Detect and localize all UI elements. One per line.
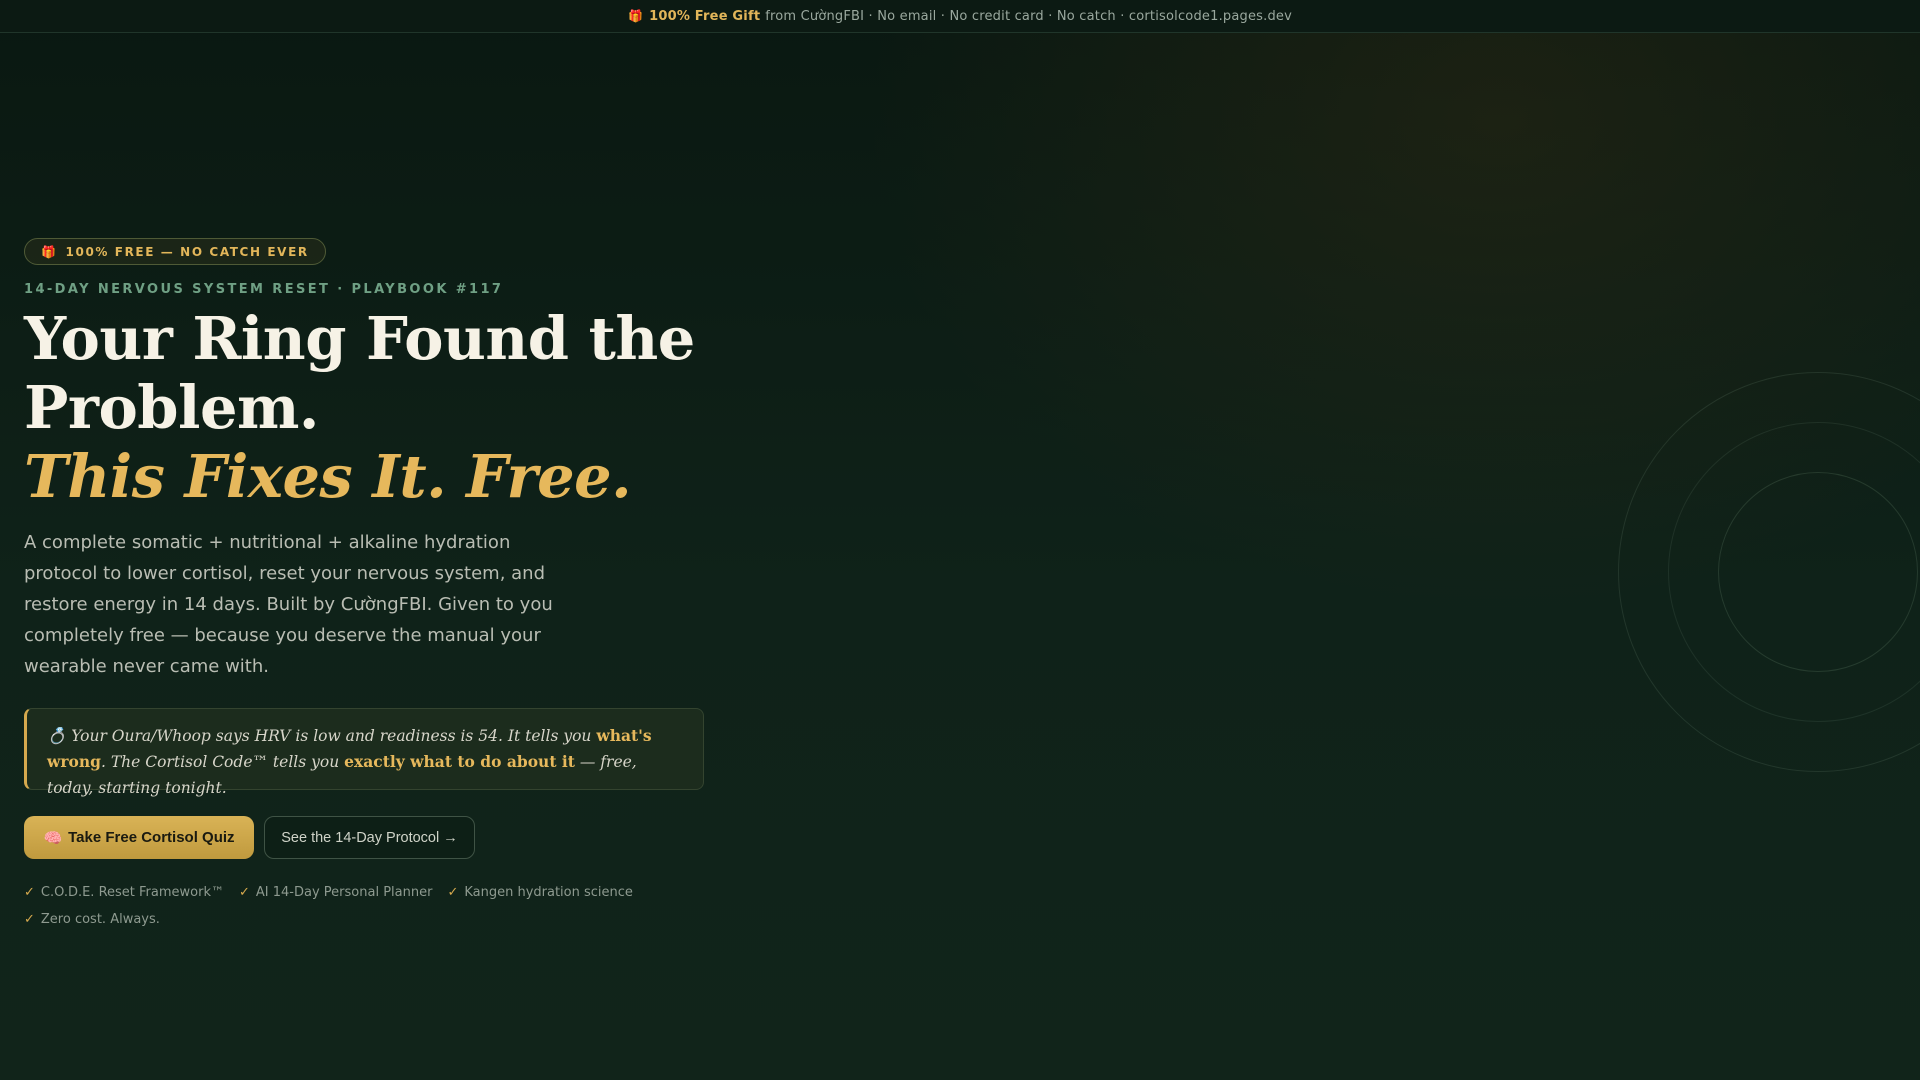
take-quiz-button[interactable]: 🧠 Take Free Cortisol Quiz [24,816,254,859]
feature-item: ✓ C.O.D.E. Reset Framework™ [24,883,224,901]
ring-icon: 💍 [47,727,67,745]
headline-line-2: Problem. [24,373,319,442]
decorative-rings [1618,372,1920,772]
check-icon: ✓ [24,884,35,900]
check-icon: ✓ [447,884,459,900]
headline-line-1: Your Ring Found the [24,304,695,373]
headline-accent-line: This Fixes It. Free. [24,442,632,511]
announcement-text: from CườngFBI · No email · No credit car… [765,8,1293,24]
gift-icon: 🎁 [627,9,644,23]
free-badge: 🎁 100% FREE — NO CATCH EVER [24,238,326,265]
check-icon: ✓ [239,884,250,900]
brain-icon: 🧠 [43,829,63,847]
feature-label: AI 14-Day Personal Planner [255,884,433,900]
inner-ring [1718,472,1918,672]
callout-text-1: Your Oura/Whoop says HRV is low and read… [71,727,592,745]
gift-icon: 🎁 [41,244,58,259]
hero-headline: Your Ring Found the Problem. This Fixes … [24,304,724,511]
announcement-highlight: 100% Free Gift [649,8,761,24]
feature-label: Zero cost. Always. [40,911,160,927]
callout-text-2: . The Cortisol Code™ tells you [100,753,340,771]
free-badge-label: 100% FREE — NO CATCH EVER [65,244,309,259]
announcement-bar: 🎁 100% Free Gift from CườngFBI · No emai… [0,0,1920,33]
check-icon: ✓ [24,911,35,927]
landing-page: 🎁 100% Free Gift from CườngFBI · No emai… [0,0,1920,1080]
feature-label: Kangen hydration science [464,884,633,900]
feature-item: ✓ Zero cost. Always. [24,910,644,928]
eyebrow-text: 14-DAY NERVOUS SYSTEM RESET · PLAYBOOK #… [24,282,504,297]
take-quiz-label: Take Free Cortisol Quiz [68,829,235,846]
wearable-callout: 💍 Your Oura/Whoop says HRV is low and re… [24,708,704,797]
feature-item: ✓ AI 14-Day Personal Planner [239,883,432,901]
hero-description: A complete somatic + nutritional + alkal… [24,532,553,677]
callout-highlight-2: exactly what to do about it [344,752,575,771]
feature-label: C.O.D.E. Reset Framework™ [40,884,224,900]
feature-list: ✓ C.O.D.E. Reset Framework™ ✓ AI 14-Day … [24,883,644,928]
see-protocol-button[interactable]: See the 14-Day Protocol → [264,816,475,859]
see-protocol-label: See the 14-Day Protocol → [281,829,458,846]
feature-item: ✓ Kangen hydration science [447,883,632,901]
